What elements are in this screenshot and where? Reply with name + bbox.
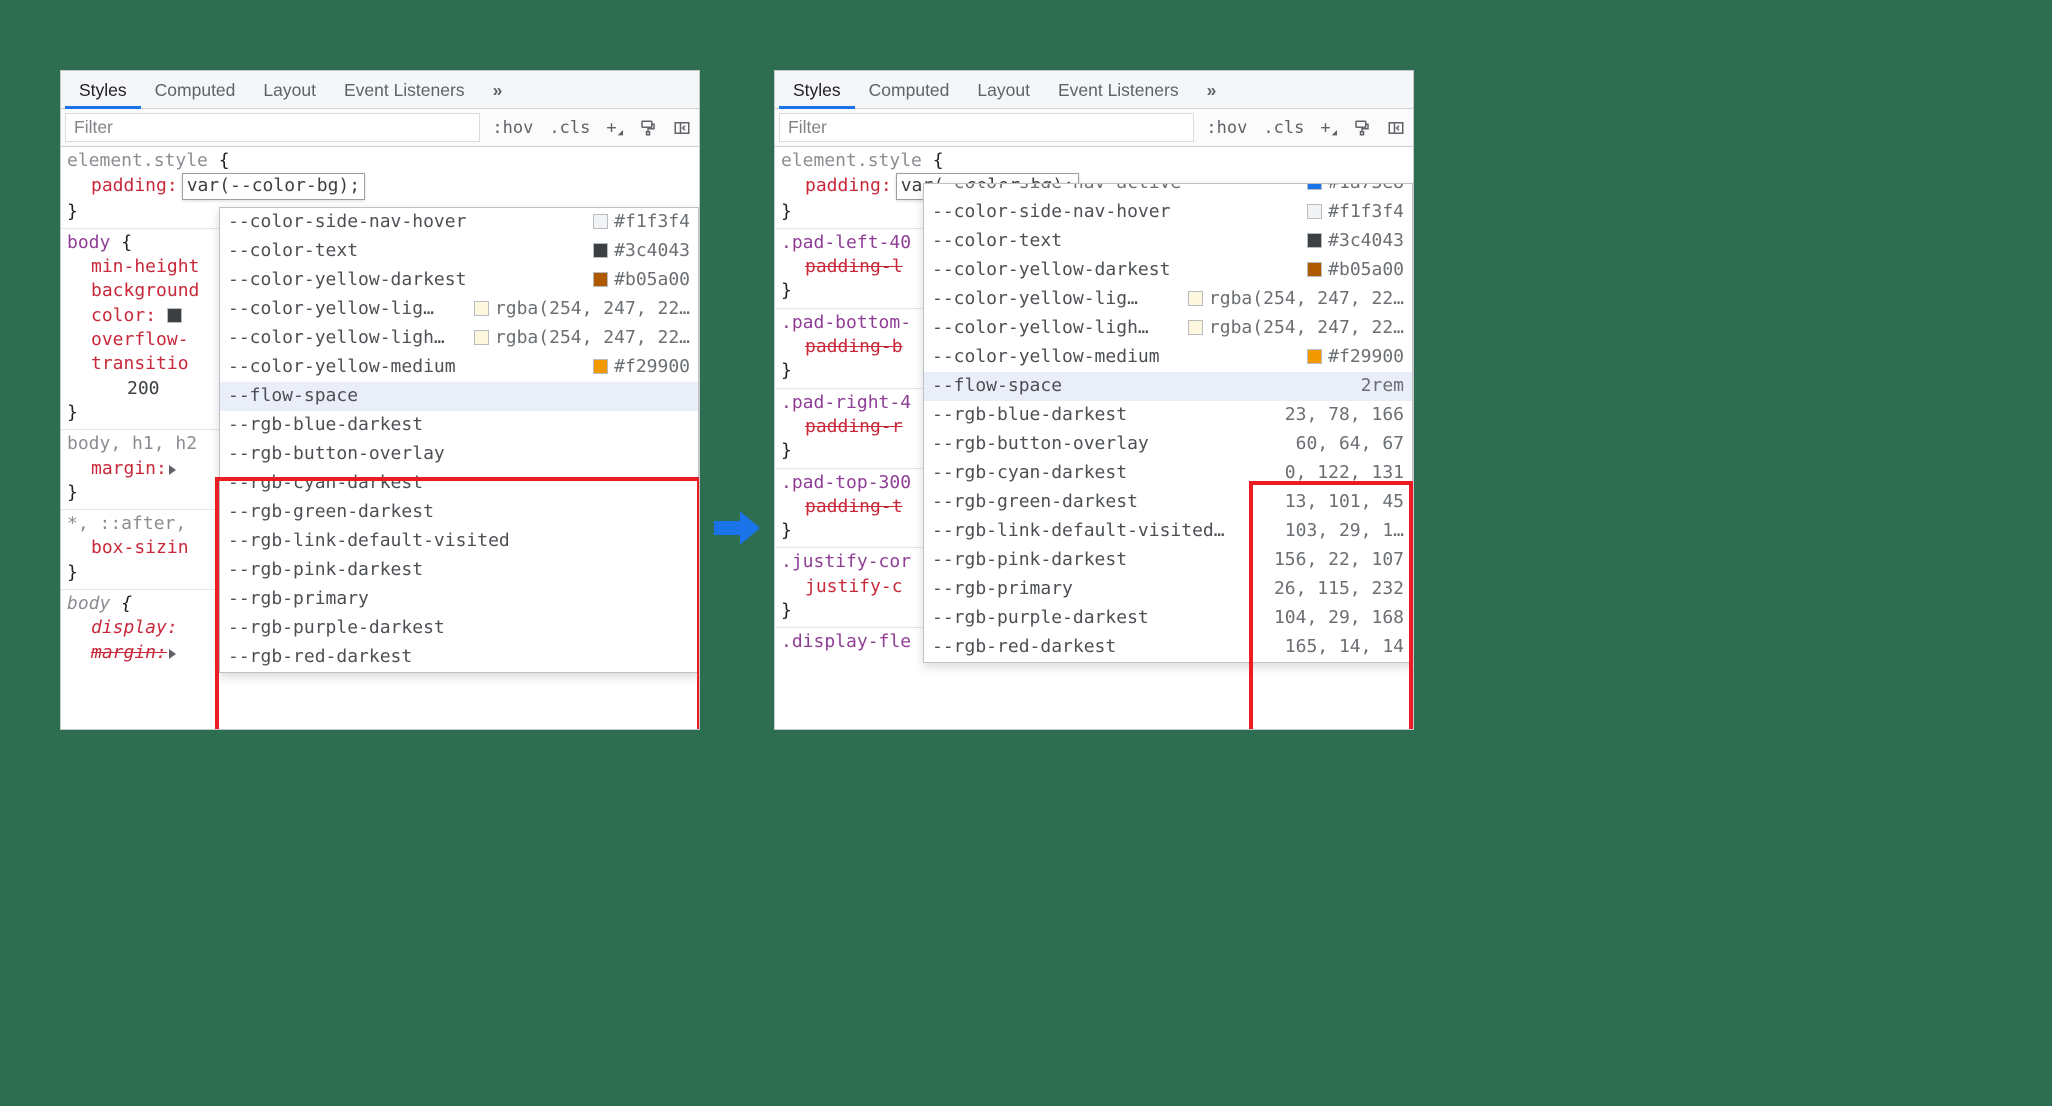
- styles-toolbar: Filter :hov .cls +◢: [61, 109, 699, 147]
- rules-list: element.style { padding:var(--color-bg);…: [775, 147, 1413, 729]
- paint-icon[interactable]: [631, 109, 665, 146]
- ac-item[interactable]: --rgb-cyan-darkest: [220, 469, 698, 498]
- tab-more[interactable]: »: [1193, 71, 1231, 109]
- hov-button[interactable]: :hov: [1198, 109, 1255, 146]
- ac-item[interactable]: --color-text#3c4043: [924, 227, 1412, 256]
- ac-item[interactable]: --color-text#3c4043: [220, 237, 698, 266]
- ac-item[interactable]: --rgb-purple-darkest104, 29, 168: [924, 604, 1412, 633]
- cls-button[interactable]: .cls: [541, 109, 598, 146]
- styles-toolbar: Filter :hov .cls +◢: [775, 109, 1413, 147]
- ac-item[interactable]: --flow-space: [220, 382, 698, 411]
- arrow-icon: [710, 501, 764, 560]
- ac-item[interactable]: --color-side-nav-active#1a73e8: [924, 184, 1412, 198]
- ac-item[interactable]: --color-yellow-darkest#b05a00: [924, 256, 1412, 285]
- ac-item[interactable]: --color-side-nav-hover#f1f3f4: [924, 198, 1412, 227]
- filter-input[interactable]: Filter: [65, 113, 480, 142]
- tab-layout[interactable]: Layout: [249, 71, 330, 109]
- ac-item[interactable]: --rgb-button-overlay60, 64, 67: [924, 430, 1412, 459]
- ac-item[interactable]: --rgb-purple-darkest: [220, 614, 698, 643]
- tab-event-listeners[interactable]: Event Listeners: [1044, 71, 1193, 109]
- tab-styles[interactable]: Styles: [65, 71, 141, 109]
- rules-list: element.style { padding:var(--color-bg);…: [61, 147, 699, 729]
- filter-input[interactable]: Filter: [779, 113, 1194, 142]
- devtools-panel-before: Styles Computed Layout Event Listeners »…: [60, 70, 700, 730]
- ac-item[interactable]: --rgb-link-default-visited: [220, 527, 698, 556]
- sidebar-toggle-icon[interactable]: [1379, 109, 1413, 146]
- ac-item[interactable]: --color-yellow-lig…rgba(254, 247, 22…: [220, 295, 698, 324]
- paint-icon[interactable]: [1345, 109, 1379, 146]
- tab-layout[interactable]: Layout: [963, 71, 1044, 109]
- ac-item[interactable]: --color-yellow-medium#f29900: [220, 353, 698, 382]
- ac-item[interactable]: --color-yellow-ligh…rgba(254, 247, 22…: [924, 314, 1412, 343]
- tab-styles[interactable]: Styles: [779, 71, 855, 109]
- cls-button[interactable]: .cls: [1255, 109, 1312, 146]
- ac-item[interactable]: --rgb-blue-darkest23, 78, 166: [924, 401, 1412, 430]
- ac-item[interactable]: --rgb-primary: [220, 585, 698, 614]
- ac-item[interactable]: --rgb-green-darkest13, 101, 45: [924, 488, 1412, 517]
- ac-item[interactable]: --rgb-blue-darkest: [220, 411, 698, 440]
- property-value-input[interactable]: var(--color-bg);: [182, 173, 365, 199]
- devtools-panel-after: Styles Computed Layout Event Listeners »…: [774, 70, 1414, 730]
- ac-item[interactable]: --color-yellow-ligh…rgba(254, 247, 22…: [220, 324, 698, 353]
- tab-computed[interactable]: Computed: [141, 71, 250, 109]
- tab-computed[interactable]: Computed: [855, 71, 964, 109]
- ac-item[interactable]: --rgb-pink-darkest: [220, 556, 698, 585]
- new-rule-button[interactable]: +◢: [598, 109, 631, 146]
- ac-item[interactable]: --color-yellow-medium#f29900: [924, 343, 1412, 372]
- hov-button[interactable]: :hov: [484, 109, 541, 146]
- autocomplete-popup[interactable]: --color-side-nav-hover#f1f3f4--color-tex…: [219, 207, 699, 673]
- ac-item[interactable]: --color-side-nav-hover#f1f3f4: [220, 208, 698, 237]
- tab-bar: Styles Computed Layout Event Listeners »: [775, 71, 1413, 109]
- new-rule-button[interactable]: +◢: [1312, 109, 1345, 146]
- ac-item[interactable]: --color-yellow-darkest#b05a00: [220, 266, 698, 295]
- ac-item[interactable]: --rgb-pink-darkest156, 22, 107: [924, 546, 1412, 575]
- tab-bar: Styles Computed Layout Event Listeners »: [61, 71, 699, 109]
- ac-item[interactable]: --rgb-link-default-visited…103, 29, 1…: [924, 517, 1412, 546]
- ac-item[interactable]: --rgb-red-darkest: [220, 643, 698, 672]
- ac-item[interactable]: --rgb-cyan-darkest0, 122, 131: [924, 459, 1412, 488]
- tab-event-listeners[interactable]: Event Listeners: [330, 71, 479, 109]
- ac-item[interactable]: --rgb-button-overlay: [220, 440, 698, 469]
- ac-item[interactable]: --color-yellow-lig…rgba(254, 247, 22…: [924, 285, 1412, 314]
- ac-item[interactable]: --rgb-red-darkest165, 14, 14: [924, 633, 1412, 662]
- ac-item[interactable]: --flow-space2rem: [924, 372, 1412, 401]
- autocomplete-popup[interactable]: --color-side-nav-active#1a73e8--color-si…: [923, 183, 1413, 663]
- ac-item[interactable]: --rgb-primary26, 115, 232: [924, 575, 1412, 604]
- ac-item[interactable]: --rgb-green-darkest: [220, 498, 698, 527]
- sidebar-toggle-icon[interactable]: [665, 109, 699, 146]
- tab-more[interactable]: »: [479, 71, 517, 109]
